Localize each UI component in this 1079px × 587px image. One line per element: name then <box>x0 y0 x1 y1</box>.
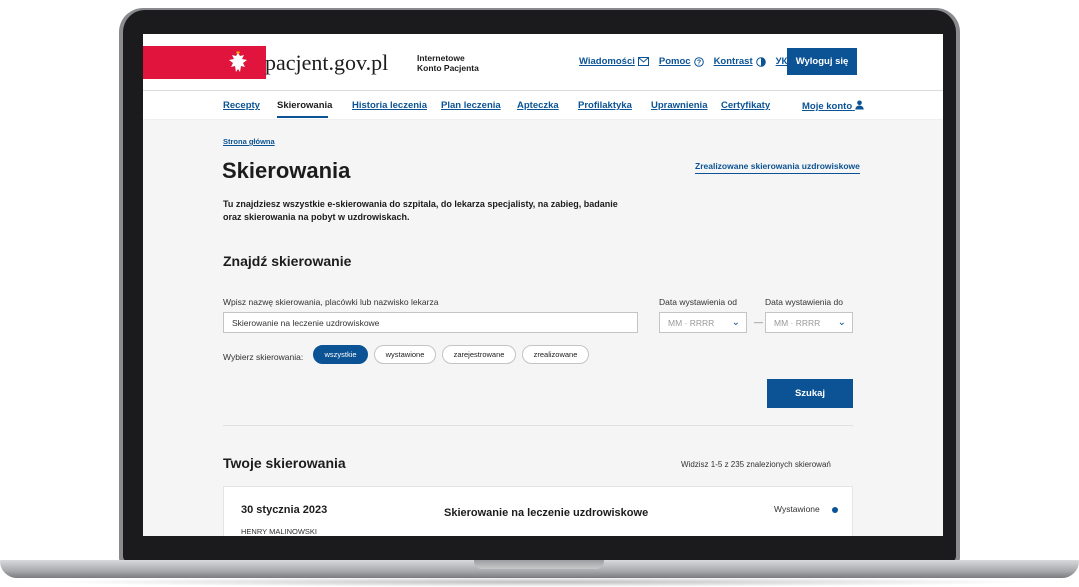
moje-konto-label: Moje konto <box>802 101 853 112</box>
laptop-screen: pacjent.gov.pl Internetowe Konto Pacjent… <box>143 34 943 536</box>
messages-label: Wiadomości <box>579 56 635 67</box>
search-button[interactable]: Szukaj <box>767 379 853 408</box>
page-title: Skierowania <box>222 158 351 183</box>
nav-item-moje-konto[interactable]: Moje konto <box>802 100 864 112</box>
nav-item-certyfikaty[interactable]: Certyfikaty <box>721 100 770 111</box>
logout-button[interactable]: Wyloguj się <box>787 48 857 75</box>
uk-label: УК <box>775 56 788 67</box>
results-count: Widzisz 1-5 z 235 znalezionych skierowań <box>681 460 831 469</box>
chevron-down-icon: ⌄ <box>731 317 740 328</box>
referral-date: 30 stycznia 2023 <box>241 504 328 516</box>
nav-item-profilaktyka[interactable]: Profilaktyka <box>578 100 632 111</box>
user-icon <box>855 100 864 110</box>
filter-label: Wybierz skierowania: <box>223 352 304 362</box>
nav-item-historia-leczenia[interactable]: Historia leczenia <box>352 100 427 111</box>
laptop-notch <box>474 560 604 569</box>
filter-chip-wystawione[interactable]: wystawione <box>374 345 436 364</box>
date-separator: — <box>754 317 763 327</box>
messages-link[interactable]: Wiadomości <box>579 56 649 67</box>
date-from-placeholder: MM · RRRR <box>668 318 715 328</box>
main-content: Strona główna Skierowania Zrealizowane s… <box>143 120 943 536</box>
top-links: Wiadomości Pomoc ? Kontrast УК <box>579 56 801 67</box>
referral-title: Skierowanie na leczenie uzdrowiskowe <box>444 507 649 519</box>
chevron-down-icon: ⌄ <box>837 317 846 328</box>
status-dot-icon <box>832 507 838 513</box>
ikp-line2: Konto Pacjenta <box>417 63 479 73</box>
status-badge: Wystawione <box>774 504 820 514</box>
nav-item-apteczka[interactable]: Apteczka <box>517 100 559 111</box>
nav-item-uprawnienia[interactable]: Uprawnienia <box>651 100 708 111</box>
date-to-select[interactable]: MM · RRRR ⌄ <box>765 312 853 333</box>
main-nav: Recepty Skierowania Historia leczenia Pl… <box>143 90 943 119</box>
date-from-select[interactable]: MM · RRRR ⌄ <box>659 312 747 333</box>
filter-chip-zarejestrowane[interactable]: zarejestrowane <box>442 345 516 364</box>
nav-item-skierowania[interactable]: Skierowania <box>277 100 332 111</box>
date-to-placeholder: MM · RRRR <box>774 318 821 328</box>
ikp-line1: Internetowe <box>417 53 465 63</box>
referral-card[interactable]: 30 stycznia 2023 Skierowanie na leczenie… <box>223 486 853 536</box>
search-section-title: Znajdź skierowanie <box>223 253 352 269</box>
intro-text: Tu znajdziesz wszystkie e-skierowania do… <box>223 198 663 224</box>
intro-line2: oraz skierowania na pobyt w uzdrowiskach… <box>223 212 410 222</box>
contrast-label: Kontrast <box>713 56 753 67</box>
svg-text:?: ? <box>696 59 700 66</box>
results-title: Twoje skierowania <box>223 455 346 471</box>
breadcrumb[interactable]: Strona główna <box>223 137 275 146</box>
filter-chip-zrealizowane[interactable]: zrealizowane <box>522 345 589 364</box>
nav-item-plan-leczenia[interactable]: Plan leczenia <box>441 100 501 111</box>
filter-chip-wszystkie[interactable]: wszystkie <box>313 345 368 364</box>
laptop-shadow <box>40 577 1040 587</box>
search-input[interactable]: Skierowanie na leczenie uzdrowiskowe <box>223 312 638 333</box>
intro-line1: Tu znajdziesz wszystkie e-skierowania do… <box>223 199 618 209</box>
contrast-icon <box>755 56 766 67</box>
referral-person: HENRY MALINOWSKI <box>241 527 317 536</box>
help-label: Pomoc <box>658 56 691 67</box>
date-from-label: Data wystawienia od <box>659 297 737 307</box>
site-name[interactable]: pacjent.gov.pl <box>265 50 388 76</box>
date-to-label: Data wystawienia do <box>765 297 843 307</box>
help-link[interactable]: Pomoc ? <box>659 56 704 67</box>
active-tab-indicator <box>277 116 328 118</box>
section-divider <box>223 425 853 426</box>
site-header: pacjent.gov.pl Internetowe Konto Pacjent… <box>143 34 943 90</box>
spa-referrals-link[interactable]: Zrealizowane skierowania uzdrowiskowe <box>695 161 860 174</box>
ikp-label: Internetowe Konto Pacjenta <box>417 53 479 73</box>
eagle-emblem-icon <box>227 50 249 76</box>
envelope-icon <box>637 57 649 66</box>
contrast-link[interactable]: Kontrast <box>714 56 766 67</box>
search-input-label: Wpisz nazwę skierowania, placówki lub na… <box>223 297 439 307</box>
question-icon: ? <box>693 56 704 67</box>
nav-item-recepty[interactable]: Recepty <box>223 100 260 111</box>
